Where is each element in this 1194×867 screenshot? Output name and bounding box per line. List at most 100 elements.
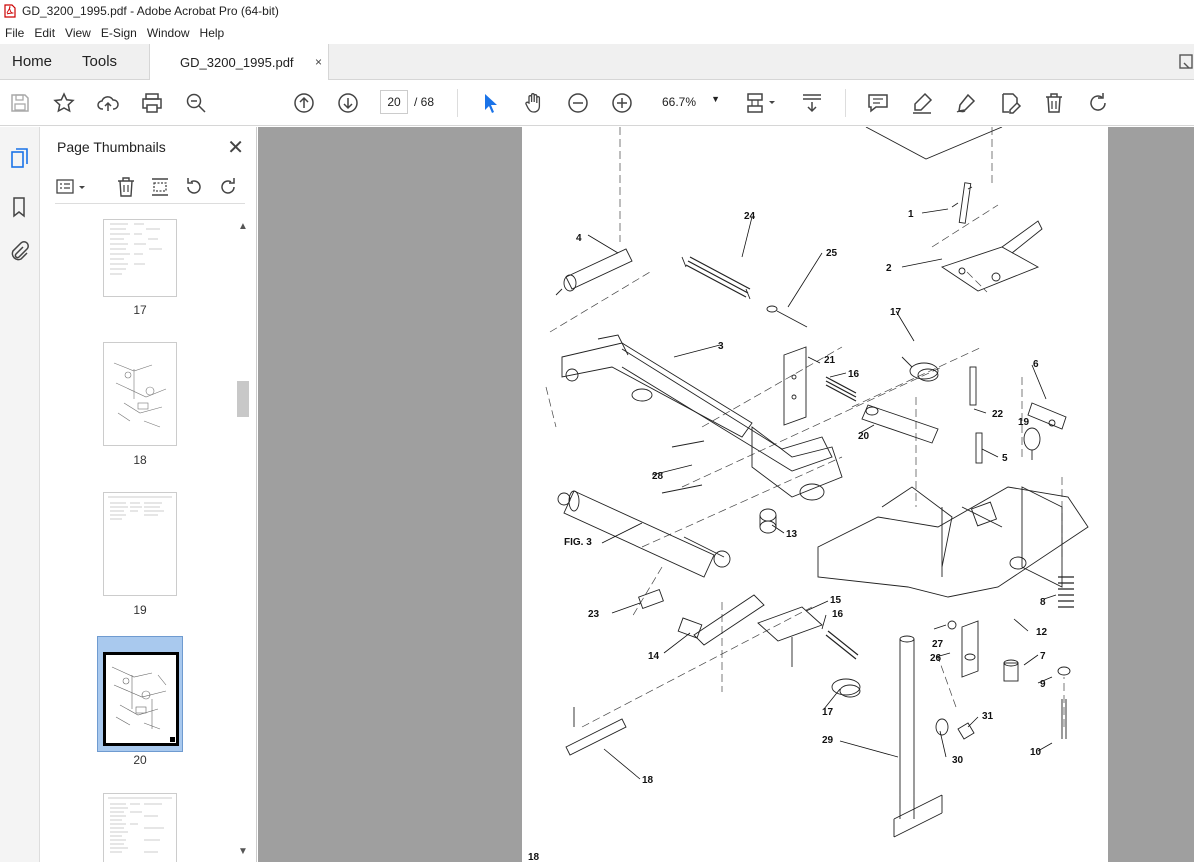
menu-edit[interactable]: Edit <box>29 26 60 40</box>
previous-page-icon[interactable] <box>292 91 316 115</box>
delete-icon[interactable] <box>1042 91 1066 115</box>
thumbnails-panel: Page Thumbnails ✕ 17 18 19 20 ▲ ▼ <box>41 127 257 862</box>
zoom-in-icon[interactable] <box>610 91 634 115</box>
part-callout: 4 <box>576 233 582 244</box>
chevron-down-icon: ▼ <box>711 94 720 104</box>
part-callout: 2 <box>886 263 892 274</box>
exploded-parts-drawing: 123 456 789 101213 141516 161717 181920 … <box>528 127 1089 862</box>
select-cursor-icon[interactable] <box>478 91 502 115</box>
menu-view[interactable]: View <box>60 26 96 40</box>
thumbnails-scrollbar[interactable]: ▲ ▼ <box>235 219 251 859</box>
bookmarks-icon[interactable] <box>8 195 30 219</box>
thumbnail-page-17[interactable] <box>103 219 177 297</box>
thumbnail-page-18-preview <box>113 362 167 428</box>
edit-pdf-icon[interactable] <box>998 91 1022 115</box>
menu-esign[interactable]: E-Sign <box>96 26 142 40</box>
part-callout: 13 <box>786 529 798 540</box>
acrobat-icon <box>4 4 16 18</box>
part-callout: 12 <box>1036 627 1048 638</box>
thumbnail-page-20[interactable] <box>103 652 179 746</box>
panel-close-icon[interactable]: ✕ <box>227 135 244 160</box>
zoom-out-icon[interactable] <box>566 91 590 115</box>
page-thumbnails-icon[interactable] <box>8 147 30 171</box>
tab-document[interactable]: GD_3200_1995.pdf × <box>149 44 330 81</box>
rotate-right-icon[interactable] <box>217 176 239 198</box>
page-footer-number: 18 <box>528 852 540 862</box>
tab-home[interactable]: Home <box>0 44 64 79</box>
rotate-icon[interactable] <box>1086 91 1110 115</box>
thumbnail-page-20-preview <box>111 666 175 742</box>
title-bar: GD_3200_1995.pdf - Adobe Acrobat Pro (64… <box>0 0 1194 22</box>
window-title: GD_3200_1995.pdf - Adobe Acrobat Pro (64… <box>22 4 279 18</box>
tab-tools[interactable]: Tools <box>64 44 129 79</box>
part-callout: 3 <box>718 341 724 352</box>
zoom-search-icon[interactable] <box>184 91 208 115</box>
part-callout: 19 <box>1018 417 1030 428</box>
draw-sign-icon[interactable] <box>954 91 978 115</box>
comment-icon[interactable] <box>866 91 890 115</box>
part-callout: 6 <box>1033 359 1039 370</box>
part-callout: 27 <box>932 639 944 650</box>
thumbnail-label-19: 19 <box>133 603 147 617</box>
part-callout: 22 <box>992 409 1004 420</box>
figure-caption: FIG. 3 <box>564 537 592 548</box>
menu-file[interactable]: File <box>0 26 29 40</box>
page-total: / 68 <box>414 95 435 109</box>
thumbnail-page-18[interactable] <box>103 342 177 446</box>
thumbnail-label-20: 20 <box>133 753 147 767</box>
navigation-rail <box>0 127 40 862</box>
zoom-level-select[interactable]: 66.7% ▼ <box>654 90 724 114</box>
tab-document-label: GD_3200_1995.pdf <box>180 55 294 70</box>
part-callout: 17 <box>890 307 902 318</box>
pdf-page: 123 456 789 10 12 13 14 15 16 16 17 17 18 19 20 … <box>522 127 1108 862</box>
document-view[interactable]: 123 456 789 10 12 13 14 15 16 16 17 17 18 19 20 … <box>258 127 1194 862</box>
part-callout: 16 <box>848 369 860 380</box>
menu-bar: File Edit View E-Sign Window Help <box>0 22 1194 44</box>
next-page-icon[interactable] <box>336 91 360 115</box>
page-number-input[interactable]: 20 <box>380 90 408 114</box>
thumbnail-page-19-preview <box>108 496 172 520</box>
part-callouts: 123 456 789 101213 141516 161717 181920 … <box>576 209 1048 786</box>
highlight-pen-icon[interactable] <box>910 91 934 115</box>
part-callout: 31 <box>982 711 994 722</box>
toolbar-divider <box>457 89 458 117</box>
part-callout: 14 <box>648 651 660 662</box>
tab-close-icon[interactable]: × <box>315 55 322 69</box>
save-icon[interactable] <box>8 91 32 115</box>
thumbnail-page-19[interactable] <box>103 492 177 596</box>
part-callout: 30 <box>952 755 964 766</box>
part-callout: 10 <box>1030 747 1042 758</box>
part-callout: 18 <box>642 775 654 786</box>
share-icon[interactable] <box>1176 52 1194 72</box>
thumbnail-page-21-preview <box>108 797 172 853</box>
insert-page-icon[interactable] <box>149 176 171 198</box>
part-callout: 28 <box>652 471 664 482</box>
attachments-icon[interactable] <box>8 239 30 263</box>
menu-window[interactable]: Window <box>142 26 195 40</box>
panel-toolbar <box>55 172 245 204</box>
bookmark-star-icon[interactable] <box>52 91 76 115</box>
scrollbar-thumb[interactable] <box>237 381 249 417</box>
rotate-left-icon[interactable] <box>183 176 205 198</box>
scroll-up-icon[interactable]: ▲ <box>238 221 248 232</box>
part-callout: 5 <box>1002 453 1008 464</box>
part-callout: 15 <box>830 595 842 606</box>
page-fit-icon[interactable] <box>744 91 778 115</box>
part-callout: 29 <box>822 735 834 746</box>
scroll-mode-icon[interactable] <box>800 91 824 115</box>
delete-page-icon[interactable] <box>115 176 137 198</box>
scroll-down-icon[interactable]: ▼ <box>238 846 248 857</box>
thumbnail-options-icon[interactable] <box>55 176 89 198</box>
tab-bar: Home Tools GD_3200_1995.pdf × <box>0 44 1194 81</box>
part-callout: 26 <box>930 653 942 664</box>
menu-help[interactable]: Help <box>195 26 230 40</box>
thumbnail-label-18: 18 <box>133 453 147 467</box>
print-icon[interactable] <box>140 91 164 115</box>
thumbnail-page-21[interactable] <box>103 793 177 862</box>
hand-tool-icon[interactable] <box>522 91 546 115</box>
part-callout: 17 <box>822 707 834 718</box>
part-callout: 21 <box>824 355 836 366</box>
part-callout: 9 <box>1040 679 1046 690</box>
part-callout: 7 <box>1040 651 1046 662</box>
upload-cloud-icon[interactable] <box>96 91 120 115</box>
